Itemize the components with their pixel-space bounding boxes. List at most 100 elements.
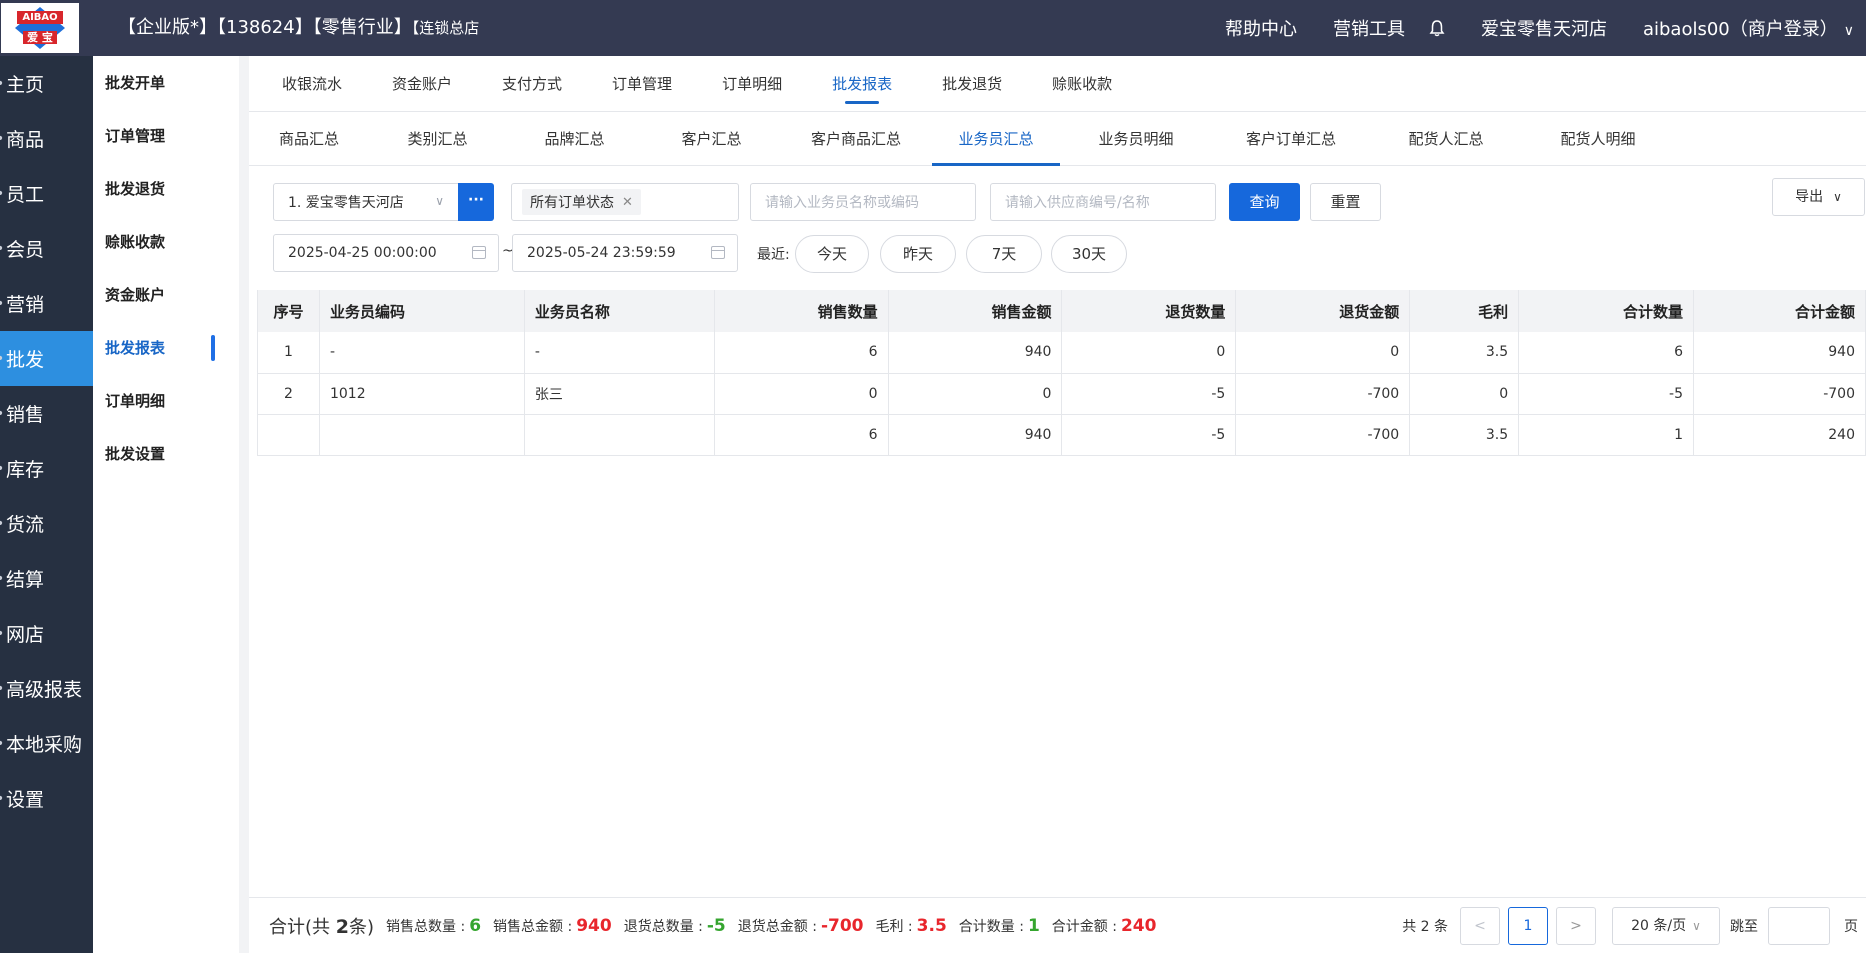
summary-tab-9[interactable]: 配货人明细 — [1522, 115, 1674, 165]
table-cell — [524, 414, 715, 456]
table-cell: -5 — [1518, 373, 1695, 415]
quick-date-button[interactable]: 今天 — [795, 235, 869, 273]
sidebar-item-label: 批发 — [6, 349, 45, 371]
quick-date-button[interactable]: 7天 — [966, 235, 1042, 273]
sidebar-item-label: 设置 — [6, 789, 45, 811]
subnav-item-6[interactable]: 订单明细 — [93, 374, 239, 427]
export-button[interactable]: 导出 ∨ — [1772, 178, 1865, 216]
summary-tab-3[interactable]: 客户汇总 — [643, 115, 780, 165]
tab-0[interactable]: 收银流水 — [257, 56, 367, 112]
sidebar-item-0[interactable]: •主页 — [0, 56, 93, 111]
tenant-title-sub: 【连锁总店 — [411, 19, 480, 37]
total-count-label: 合计(共 2条) — [269, 913, 374, 939]
order-status-select[interactable]: 所有订单状态 ✕ — [511, 183, 739, 221]
column-header: 毛利 — [1409, 290, 1520, 332]
subnav-item-5[interactable]: 批发报表 — [93, 321, 239, 374]
tab-2[interactable]: 支付方式 — [477, 56, 587, 112]
total-suffix: 条) — [348, 917, 375, 938]
tab-7[interactable]: 赊账收款 — [1027, 56, 1137, 112]
supplier-search-input[interactable]: 请输入供应商编号/名称 — [990, 183, 1216, 221]
stat-label: 退货总金额 : — [737, 919, 817, 935]
close-icon[interactable]: ✕ — [622, 195, 633, 210]
sidebar-item-10[interactable]: •网店 — [0, 606, 93, 661]
summary-tab-2[interactable]: 品牌汇总 — [506, 115, 643, 165]
brand-logo[interactable]: AIBAO 爱 宝 — [0, 0, 80, 56]
prev-page-button[interactable]: < — [1460, 907, 1500, 945]
sidebar-item-3[interactable]: •会员 — [0, 221, 93, 276]
summary-tab-7[interactable]: 客户订单汇总 — [1212, 115, 1370, 165]
subnav-item-0[interactable]: 批发开单 — [93, 56, 239, 109]
subnav-item-7[interactable]: 批发设置 — [93, 427, 239, 480]
calendar-icon — [711, 246, 725, 259]
summary-tab-4[interactable]: 客户商品汇总 — [780, 115, 932, 165]
sidebar-item-11[interactable]: •高级报表 — [0, 661, 93, 716]
sidebar-item-8[interactable]: •货流 — [0, 496, 93, 551]
marketing-tools-link[interactable]: 营销工具 — [1333, 15, 1405, 41]
secondary-sidebar: 批发开单 订单管理 批发退货 赊账收款 资金账户 批发报表 订单明细 批发设置 — [93, 56, 239, 953]
quick-date-button[interactable]: 30天 — [1051, 235, 1127, 273]
help-center-link[interactable]: 帮助中心 — [1225, 15, 1297, 41]
column-header: 销售数量 — [714, 290, 889, 332]
table-cell: 940 — [888, 332, 1063, 374]
user-menu[interactable]: aibaols00（商户登录） ∨ — [1643, 15, 1854, 41]
store-more-button[interactable]: ··· — [458, 183, 494, 221]
bell-icon[interactable] — [1429, 19, 1445, 37]
sidebar-item-7[interactable]: •库存 — [0, 441, 93, 496]
stat-label: 退货总数量 : — [623, 919, 703, 935]
quick-date-button[interactable]: 昨天 — [880, 235, 956, 273]
sidebar-item-5[interactable]: •批发 — [0, 331, 93, 386]
tab-3[interactable]: 订单管理 — [587, 56, 697, 112]
table-cell: - — [524, 332, 715, 374]
subnav-item-1[interactable]: 订单管理 — [93, 109, 239, 162]
sidebar-item-4[interactable]: •营销 — [0, 276, 93, 331]
sidebar-item-6[interactable]: •销售 — [0, 386, 93, 441]
summary-tab-5[interactable]: 业务员汇总 — [932, 115, 1060, 166]
calendar-icon — [472, 246, 486, 259]
store-select-value: 1. 爱宝零售天河店 — [288, 195, 404, 211]
pagination: 共 2 条 < 1 > 20 条/页 ∨ 跳至 页 — [1402, 898, 1858, 953]
stat-value: -5 — [706, 916, 726, 936]
logo-cn-text: 爱 宝 — [23, 31, 57, 44]
reset-button[interactable]: 重置 — [1310, 183, 1381, 221]
tab-6[interactable]: 批发退货 — [917, 56, 1027, 112]
table-cell: -5 — [1061, 373, 1237, 415]
stat-value: 3.5 — [916, 916, 947, 936]
goto-page-input[interactable] — [1768, 907, 1830, 945]
sidebar-item-12[interactable]: •本地采购 — [0, 716, 93, 771]
stat-value: 1 — [1027, 916, 1040, 936]
store-select[interactable]: 1. 爱宝零售天河店 ∨ — [273, 183, 459, 221]
report-tabs: 收银流水 资金账户 支付方式 订单管理 订单明细 批发报表 批发退货 赊账收款 — [249, 56, 1866, 112]
chevron-down-icon: ∨ — [1843, 23, 1854, 39]
date-start-input[interactable]: 2025-04-25 00:00:00 — [273, 234, 499, 272]
chevron-down-icon: ∨ — [1833, 190, 1842, 204]
date-end-input[interactable]: 2025-05-24 23:59:59 — [512, 234, 738, 272]
page-size-select[interactable]: 20 条/页 ∨ — [1612, 907, 1720, 945]
salesman-search-input[interactable]: 请输入业务员名称或编码 — [750, 183, 976, 221]
subnav-item-3[interactable]: 赊账收款 — [93, 215, 239, 268]
sidebar-item-2[interactable]: •员工 — [0, 166, 93, 221]
query-button[interactable]: 查询 — [1229, 183, 1300, 221]
tab-1[interactable]: 资金账户 — [367, 56, 477, 112]
subnav-item-4[interactable]: 资金账户 — [93, 268, 239, 321]
sidebar-item-label: 营销 — [6, 294, 45, 316]
sidebar-item-13[interactable]: •设置 — [0, 771, 93, 826]
table-cell: 2 — [257, 373, 320, 415]
tab-5[interactable]: 批发报表 — [807, 56, 917, 112]
sidebar-item-1[interactable]: •商品 — [0, 111, 93, 166]
summary-tab-0[interactable]: 商品汇总 — [249, 115, 369, 165]
summary-tab-8[interactable]: 配货人汇总 — [1370, 115, 1522, 165]
total-prefix: 合计(共 — [269, 917, 336, 938]
column-header: 退货数量 — [1061, 290, 1237, 332]
store-name[interactable]: 爱宝零售天河店 — [1481, 15, 1607, 41]
column-header: 销售金额 — [888, 290, 1063, 332]
subnav-item-2[interactable]: 批发退货 — [93, 162, 239, 215]
sidebar-item-9[interactable]: •结算 — [0, 551, 93, 606]
goto-label: 跳至 — [1730, 919, 1758, 935]
page-1-button[interactable]: 1 — [1508, 907, 1548, 945]
chevron-down-icon: ∨ — [1692, 919, 1701, 933]
summary-tab-6[interactable]: 业务员明细 — [1060, 115, 1212, 165]
next-page-button[interactable]: > — [1556, 907, 1596, 945]
table-cell: 0 — [888, 373, 1063, 415]
tab-4[interactable]: 订单明细 — [697, 56, 807, 112]
summary-tab-1[interactable]: 类别汇总 — [369, 115, 506, 165]
